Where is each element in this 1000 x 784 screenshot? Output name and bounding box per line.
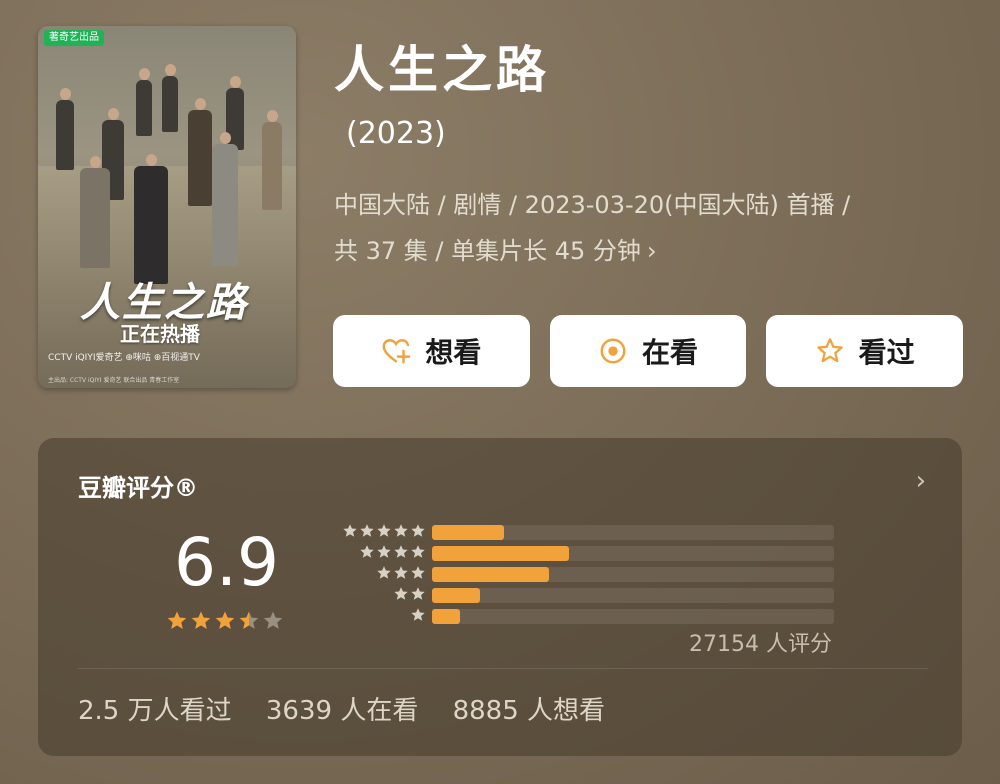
distribution-track [432,567,834,582]
distribution-row-5-star [326,522,846,542]
distribution-bar [432,525,505,540]
show-meta[interactable]: 中国大陆 / 剧情 / 2023-03-20(中国大陆) 首播 / 共 37 集… [334,182,974,274]
distribution-stars [342,523,426,539]
distribution-bar [432,567,549,582]
stat-watching: 3639 人在看 [265,696,419,726]
distribution-row-4-star [326,543,846,563]
star-half-icon [239,611,259,629]
rating-score: 6.9 [174,524,279,601]
star-empty-icon [377,566,391,579]
star-empty-icon [394,566,408,579]
distribution-row-1-star [326,606,846,626]
star-empty-icon [360,524,374,537]
poster-figure [262,110,282,210]
show-year: (2023) [346,116,446,151]
star-empty-icon [343,524,357,537]
star-filled-icon [167,611,187,629]
poster-figure [80,156,110,268]
star-empty-icon [394,545,408,558]
star-filled-icon [191,611,211,629]
star-empty-icon [394,524,408,537]
meta-line-2-text: 共 37 集 / 单集片长 45 分钟 [334,237,641,265]
want-to-watch-button[interactable]: 想看 [333,315,530,387]
rating-panel[interactable]: 豆瓣评分® › 6.9 27154 人评分 2.5 万人看过 3639 人在看 … [38,438,962,756]
poster-logos: CCTV iQIYI爱奇艺 ⊕咪咕 ⊕百视通TV [48,353,200,363]
meta-line-1: 中国大陆 / 剧情 / 2023-03-20(中国大陆) 首播 / [334,191,851,219]
poster-figure [212,132,238,266]
want-to-watch-label: 想看 [425,336,482,369]
poster-figure [134,154,168,284]
watching-label: 在看 [642,336,699,369]
star-empty-icon [411,608,425,621]
watched-button[interactable]: 看过 [766,315,964,387]
star-empty-icon [411,524,425,537]
poster-footer: 主出品: CCTV iQIYI 爱奇艺 联合出品 青春工作室 [48,377,180,384]
distribution-track [432,525,834,540]
star-outline-icon [816,338,843,363]
star-empty-icon [411,545,425,558]
divider [78,668,928,669]
star-empty-icon [411,566,425,579]
chevron-right-icon[interactable]: › [916,466,926,496]
distribution-bar [432,588,481,603]
stat-want: 8885 人想看 [452,696,606,726]
poster-figure [136,68,152,136]
poster-figure [162,64,178,132]
star-empty-icon [394,587,408,600]
target-icon [600,338,626,364]
chevron-right-icon: › [646,237,657,265]
watched-label: 看过 [858,336,915,369]
poster-image[interactable]: 著奇艺出品 人生之路 正在热播 CCTV iQIYI爱奇艺 ⊕咪咕 ⊕百视通TV… [38,26,296,388]
rating-title: 豆瓣评分® [78,474,198,502]
distribution-stars [393,586,426,602]
star-empty-icon [411,587,425,600]
star-filled-icon [215,611,235,629]
distribution-track [432,609,834,624]
star-empty-icon [377,524,391,537]
stat-watched: 2.5 万人看过 [78,696,232,726]
distribution-row-2-star [326,585,846,605]
poster-badge: 著奇艺出品 [44,30,104,46]
poster-subtitle: 正在热播 [120,322,200,346]
rating-count: 27154 人评分 [689,632,832,657]
distribution-stars [376,565,426,581]
heart-plus-icon [382,338,411,364]
watching-button[interactable]: 在看 [549,315,747,387]
distribution-track [432,546,834,561]
show-title: 人生之路 [334,41,550,99]
meta-line-2: 共 37 集 / 单集片长 45 分钟 › [334,228,974,274]
star-empty-icon [360,545,374,558]
distribution-track [432,588,834,603]
distribution-stars [410,607,426,623]
distribution-stars [359,544,426,560]
star-empty-icon [377,545,391,558]
poster-figure [188,98,212,206]
action-buttons: 想看 在看 看过 [333,315,964,387]
watch-stats: 2.5 万人看过 3639 人在看 8885 人想看 [78,690,631,727]
rating-distribution [326,522,846,627]
distribution-bar [432,609,461,624]
distribution-row-3-star [326,564,846,584]
star-empty-icon [263,611,283,629]
distribution-bar [432,546,569,561]
poster-figure [56,88,74,170]
rating-stars [166,610,284,632]
